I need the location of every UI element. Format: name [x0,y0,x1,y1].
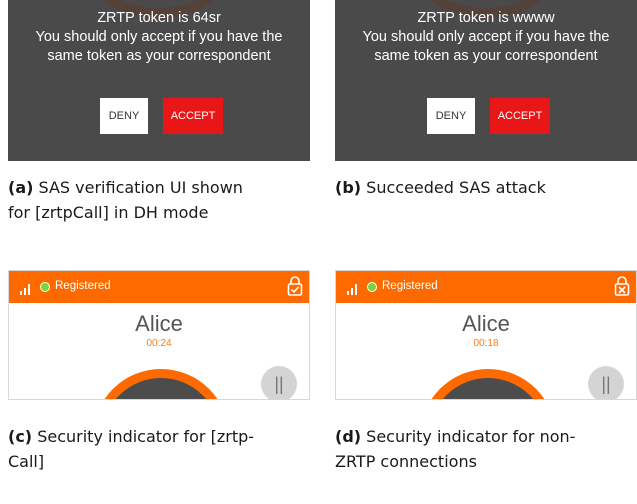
avatar-wheel [93,369,229,399]
caption-text: Succeeded SAS attack [366,178,546,197]
lock-check-icon[interactable] [287,275,303,297]
caption-text-cont: for [zrtpCall] in DH mode [8,203,209,222]
registration-status: Registered [382,280,438,292]
call-timer: 00:18 [473,338,499,349]
accept-button[interactable]: ACCEPT [163,98,223,134]
lock-x-icon[interactable] [614,275,630,297]
registered-status-dot [40,282,50,292]
caption-tag: (a) [8,178,34,197]
deny-button[interactable]: DENY [100,98,148,134]
signal-icon [20,283,34,295]
sas-dialog-a: ZRTP token is 64sr You should only accep… [8,0,310,161]
caption-a: (a) SAS verification UI shown for [zrtpC… [8,175,318,225]
status-bar: Registered [9,271,309,303]
caption-text-cont: ZRTP connections [335,452,477,471]
accept-button[interactable]: ACCEPT [490,98,550,134]
call-timer: 00:24 [146,338,172,349]
sas-instruction-line2: same token as your correspondent [47,48,271,64]
signal-icon [347,283,361,295]
caption-tag: (d) [335,427,362,446]
sas-token-line: ZRTP token is wwww [417,10,555,26]
sas-message: ZRTP token is 64sr You should only accep… [8,9,310,66]
registered-status-dot [367,282,377,292]
sas-instruction-line2: same token as your correspondent [374,48,598,64]
sas-message: ZRTP token is wwww You should only accep… [335,9,637,66]
caption-tag: (c) [8,427,33,446]
caption-d: (d) Security indicator for non- ZRTP con… [335,424,635,474]
caption-text: SAS verification UI shown [38,178,243,197]
registration-status: Registered [55,280,111,292]
pause-button[interactable]: || [261,366,297,399]
caption-text: Security indicator for non- [366,427,576,446]
contact-name: Alice [135,311,183,336]
caption-tag: (b) [335,178,362,197]
caption-text-cont: Call] [8,452,45,471]
sas-dialog-b: ZRTP token is wwww You should only accep… [335,0,637,161]
caption-b: (b) Succeeded SAS attack [335,175,635,200]
deny-button[interactable]: DENY [427,98,475,134]
call-screen-c: Registered Alice 00:24 || [8,270,310,400]
call-screen-d: Registered Alice 00:18 || [335,270,637,400]
pause-button[interactable]: || [588,366,624,399]
contact-name: Alice [462,311,510,336]
avatar-wheel [420,369,556,399]
status-bar: Registered [336,271,636,303]
caption-c: (c) Security indicator for [zrtp- Call] [8,424,318,474]
sas-instruction-line1: You should only accept if you have the [362,29,610,45]
sas-token-line: ZRTP token is 64sr [97,10,221,26]
caption-text: Security indicator for [zrtp- [37,427,255,446]
sas-instruction-line1: You should only accept if you have the [35,29,283,45]
